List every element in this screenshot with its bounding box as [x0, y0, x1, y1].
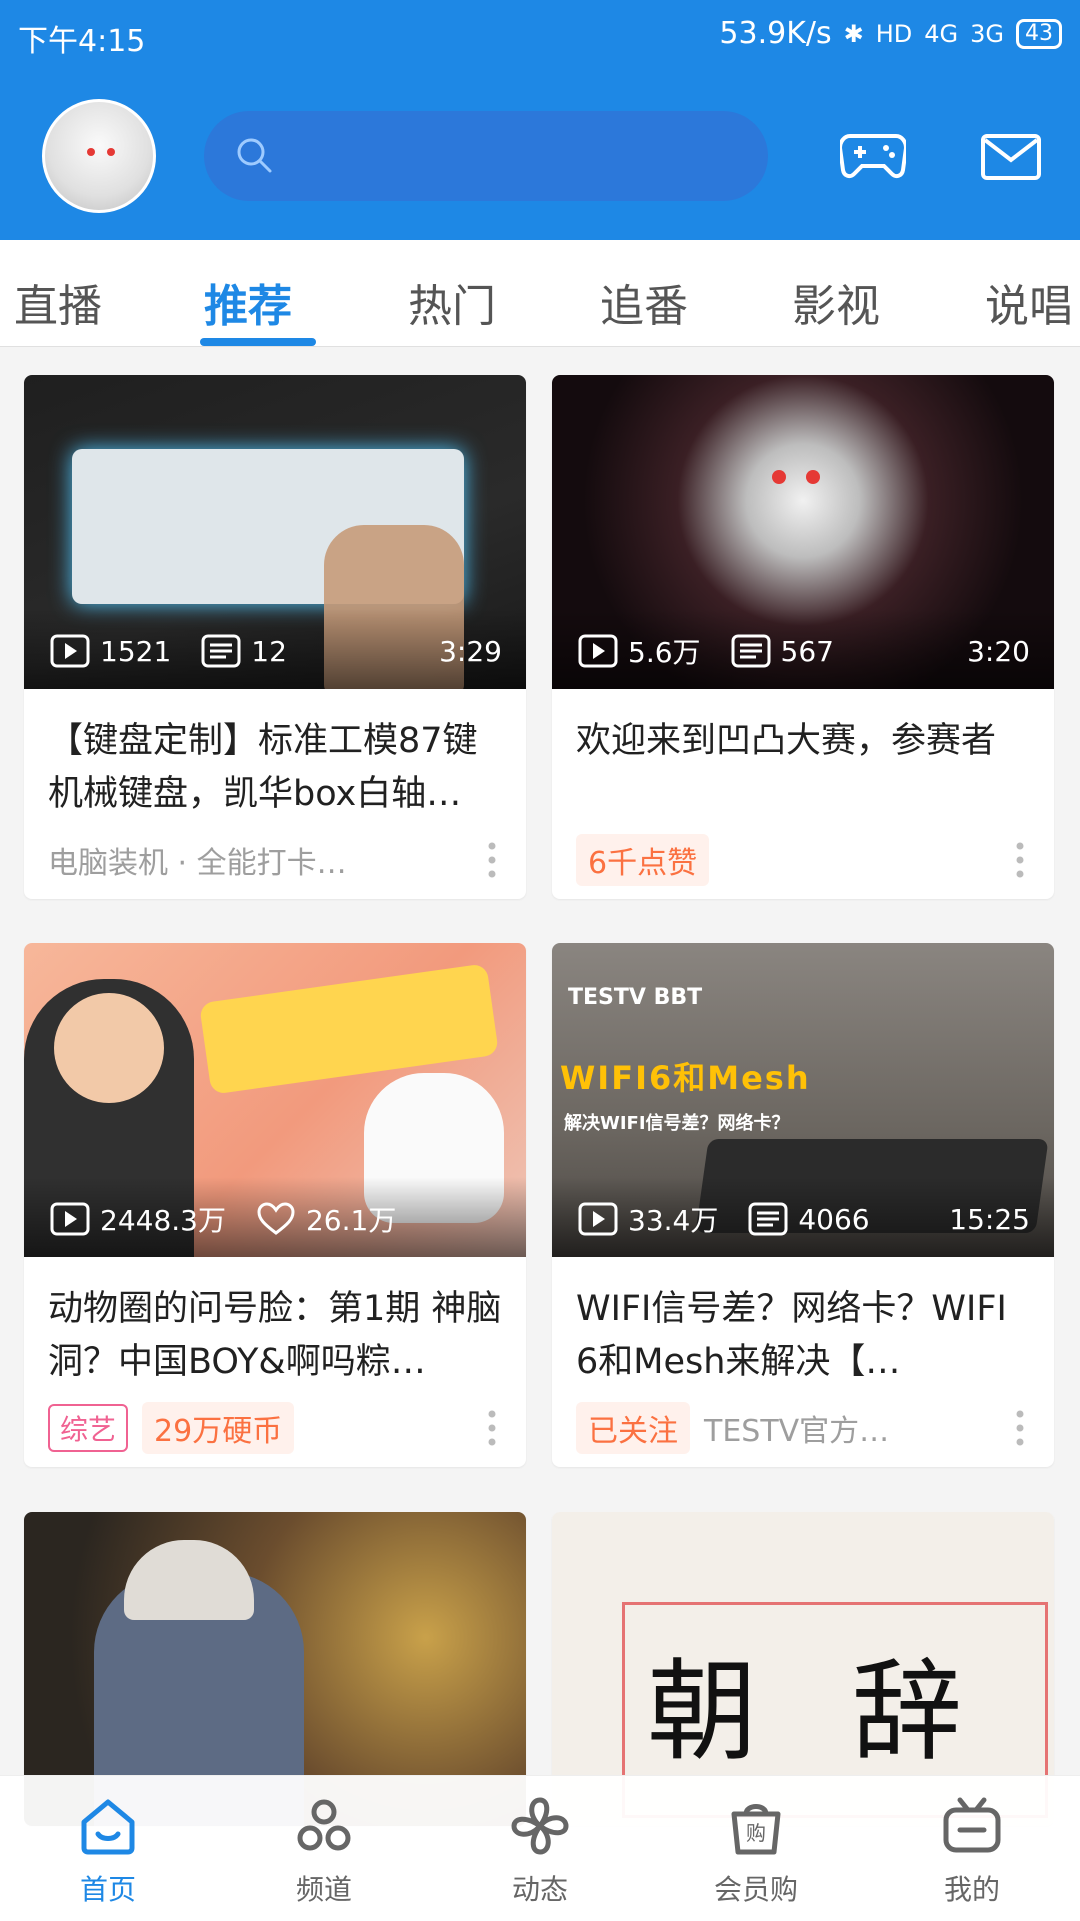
nav-shop-label: 会员购 — [713, 1873, 798, 1906]
like-badge: 6千点赞 — [576, 834, 710, 886]
channel-icon — [297, 1799, 351, 1851]
tab-active-indicator — [200, 338, 316, 346]
search-input[interactable] — [204, 111, 768, 201]
danmaku-count: 567 — [780, 634, 834, 668]
pinwheel-icon — [511, 1797, 569, 1855]
battery-icon: 43 — [1016, 18, 1062, 49]
danmaku-count: 12 — [251, 634, 287, 668]
home-icon — [81, 1799, 135, 1855]
more-icon[interactable] — [1016, 841, 1024, 879]
video-meta: TESTV官方… — [704, 1414, 890, 1449]
avatar[interactable] — [42, 99, 156, 213]
mail-icon[interactable] — [981, 134, 1041, 180]
video-thumbnail: TESTV BBT WIFI6和Mesh 解决WIFI信号差？网络卡？ 33.4… — [552, 943, 1054, 1257]
status-bar: 下午4:15 53.9K/s ✱ HD 4G 3G 43 — [0, 0, 1080, 70]
coin-badge: 29万硬币 — [142, 1402, 295, 1454]
followed-badge: 已关注 — [576, 1402, 690, 1454]
nav-channel-label: 频道 — [295, 1873, 352, 1906]
video-duration: 3:29 — [439, 634, 502, 668]
nav-home[interactable]: 首页 — [38, 1794, 178, 1908]
video-card[interactable]: 2448.3万 26.1万 动物圈的问号脸：第1期 神脑洞？中国BOY&啊吗粽…… — [24, 943, 526, 1467]
status-right: 53.9K/s ✱ HD 4G 3G 43 — [719, 16, 1062, 51]
tab-anime[interactable]: 追番 — [600, 270, 688, 334]
category-badge: 综艺 — [48, 1404, 129, 1452]
thumbnail-headline: WIFI6和Mesh — [560, 1059, 811, 1097]
danmaku-icon — [201, 634, 241, 668]
tv-icon — [943, 1797, 1001, 1853]
like-count: 26.1万 — [305, 1204, 397, 1237]
calligraphy-text: 朝 辞 — [647, 1648, 992, 1776]
nav-mine[interactable]: 我的 — [902, 1794, 1042, 1908]
search-icon — [237, 138, 272, 173]
view-count: 5.6万 — [628, 636, 701, 669]
tab-hot[interactable]: 热门 — [408, 270, 496, 334]
bluetooth-icon: ✱ — [843, 19, 864, 48]
video-duration: 3:20 — [967, 634, 1030, 668]
status-time: 下午4:15 — [18, 24, 146, 59]
view-count: 2448.3万 — [100, 1204, 226, 1237]
danmaku-count: 4066 — [798, 1202, 870, 1236]
video-duration: 15:25 — [949, 1202, 1030, 1236]
signal-4g-icon: 4G — [924, 19, 959, 48]
play-count-icon — [578, 634, 618, 668]
shopping-bag-icon: 购 — [731, 1804, 781, 1855]
heart-icon — [257, 1202, 295, 1235]
nav-home-label: 首页 — [79, 1873, 136, 1906]
danmaku-icon — [731, 634, 771, 668]
more-icon[interactable] — [488, 841, 496, 879]
video-card[interactable]: 5.6万 567 3:20 欢迎来到凹凸大赛，参赛者 6千点赞 — [552, 375, 1054, 899]
tab-bar: 直播 推荐 热门 追番 影视 说唱 — [0, 240, 1080, 347]
tab-movies[interactable]: 影视 — [792, 270, 880, 334]
tab-rap[interactable]: 说唱 — [985, 270, 1073, 334]
svg-text:购: 购 — [746, 1821, 766, 1845]
video-thumbnail: 5.6万 567 3:20 — [552, 375, 1054, 689]
view-count: 1521 — [100, 634, 172, 668]
more-icon[interactable] — [488, 1409, 496, 1447]
play-count-icon — [578, 1202, 618, 1236]
thumbnail-subline: 解决WIFI信号差？网络卡？ — [564, 1113, 790, 1134]
gamepad-icon[interactable] — [840, 130, 906, 180]
danmaku-icon — [748, 1202, 788, 1236]
singer-cap — [124, 1540, 254, 1620]
nav-dynamic-label: 动态 — [511, 1873, 568, 1906]
video-thumbnail: 2448.3万 26.1万 — [24, 943, 526, 1257]
signal-3g-icon: 3G — [970, 19, 1004, 48]
hd-icon: HD — [875, 19, 913, 48]
video-title: 【键盘定制】标准工模87键机械键盘，凯华box白轴… — [48, 721, 478, 814]
header: 下午4:15 53.9K/s ✱ HD 4G 3G 43 — [0, 0, 1080, 240]
nav-shop[interactable]: 购 会员购 — [686, 1794, 826, 1908]
video-title: 动物圈的问号脸：第1期 神脑洞？中国BOY&啊吗粽… — [48, 1289, 502, 1382]
thumbnail-brand: TESTV BBT — [568, 985, 703, 1010]
video-title: WIFI信号差？网络卡？WIFI 6和Mesh来解决【… — [576, 1289, 1007, 1382]
more-icon[interactable] — [1016, 1409, 1024, 1447]
nav-mine-label: 我的 — [943, 1873, 1000, 1906]
view-count: 33.4万 — [628, 1204, 719, 1237]
person-face — [54, 993, 164, 1103]
video-card[interactable]: 1521 12 3:29 【键盘定制】标准工模87键机械键盘，凯华box白轴… … — [24, 375, 526, 899]
character-eyes — [772, 470, 786, 484]
video-card[interactable]: TESTV BBT WIFI6和Mesh 解决WIFI信号差？网络卡？ 33.4… — [552, 943, 1054, 1467]
play-count-icon — [50, 634, 90, 668]
nav-dynamic[interactable]: 动态 — [470, 1794, 610, 1908]
video-meta: 电脑装机 · 全能打卡… — [48, 846, 347, 881]
play-count-icon — [50, 1202, 90, 1236]
bottom-nav: 首页 频道 动态 购 会员购 我的 — [0, 1775, 1080, 1921]
tab-recommend[interactable]: 推荐 — [204, 270, 292, 334]
tab-live[interactable]: 直播 — [14, 270, 102, 334]
nav-channel[interactable]: 频道 — [254, 1794, 394, 1908]
video-thumbnail: 1521 12 3:29 — [24, 375, 526, 689]
video-title: 欢迎来到凹凸大赛，参赛者 — [576, 721, 997, 761]
network-speed: 53.9K/s — [719, 16, 832, 51]
